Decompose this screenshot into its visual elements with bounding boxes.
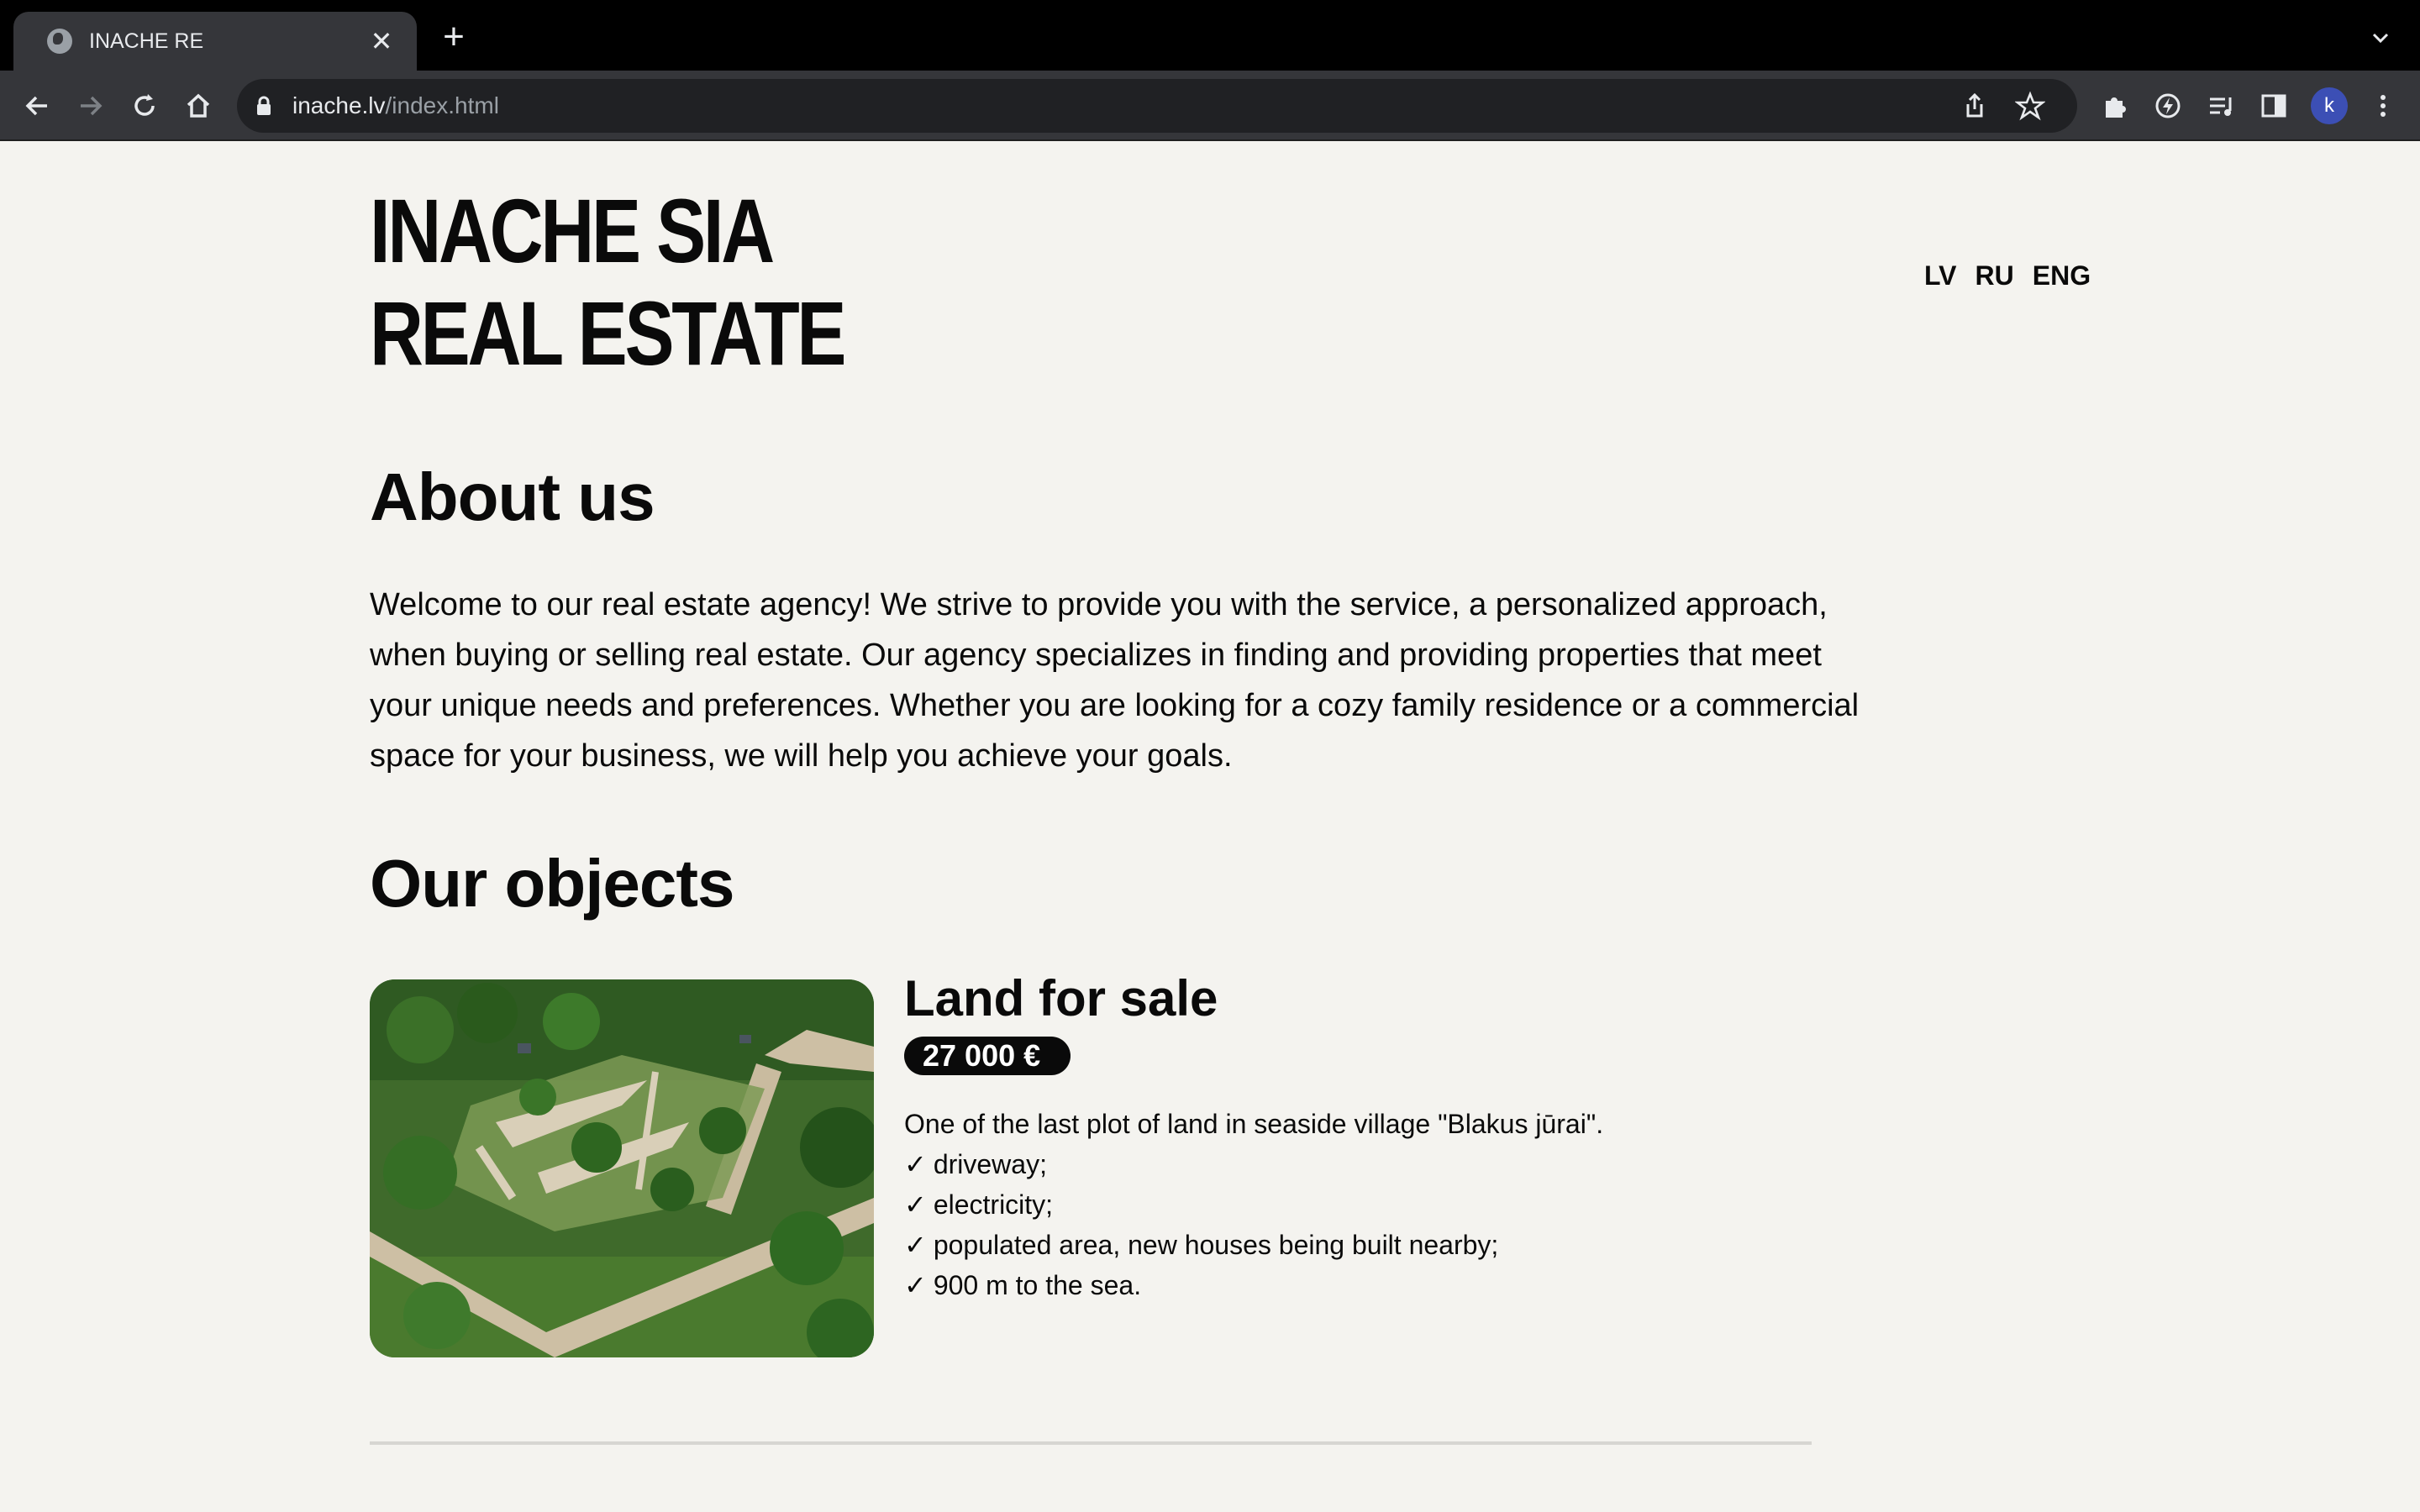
about-heading: About us bbox=[370, 459, 655, 534]
address-bar[interactable]: inache.lv/index.html bbox=[237, 79, 2077, 133]
logo-line-1: INACHE SIA bbox=[370, 180, 775, 281]
globe-icon bbox=[47, 29, 72, 54]
browser-tab[interactable]: INACHE RE ✕ bbox=[13, 12, 417, 71]
back-icon[interactable] bbox=[13, 82, 60, 129]
share-icon[interactable] bbox=[1960, 91, 1990, 125]
forward-icon[interactable] bbox=[67, 82, 114, 129]
extension-bolt-icon[interactable] bbox=[2144, 82, 2191, 129]
feature-item: ✓ 900 m to the sea. bbox=[904, 1270, 1142, 1300]
feature-item: ✓ driveway; bbox=[904, 1149, 1047, 1179]
reload-icon[interactable] bbox=[121, 82, 168, 129]
logo-line-2: REAL ESTATE bbox=[370, 282, 846, 384]
tab-search-icon[interactable] bbox=[2368, 25, 2393, 50]
side-panel-icon[interactable] bbox=[2250, 82, 2297, 129]
lang-ru-link[interactable]: RU bbox=[1975, 260, 2014, 291]
objects-heading: Our objects bbox=[370, 846, 735, 921]
checkmark-icon: ✓ bbox=[904, 1230, 927, 1260]
property-description: One of the last plot of land in seaside … bbox=[904, 1104, 1603, 1305]
property-photo[interactable] bbox=[370, 979, 874, 1357]
new-tab-button[interactable]: + bbox=[435, 18, 472, 55]
language-switcher: LV RU ENG bbox=[1924, 260, 2091, 291]
profile-avatar[interactable]: k bbox=[2311, 87, 2348, 124]
checkmark-icon: ✓ bbox=[904, 1149, 927, 1179]
site-logo[interactable]: INACHE SIA REAL ESTATE bbox=[370, 180, 846, 385]
feature-item: ✓ populated area, new houses being built … bbox=[904, 1230, 1499, 1260]
url-text: inache.lv/index.html bbox=[292, 92, 499, 118]
property-title: Land for sale bbox=[904, 970, 1218, 1026]
price-badge: 27 000 € bbox=[904, 1037, 1071, 1075]
checkmark-icon: ✓ bbox=[904, 1270, 927, 1300]
bookmark-star-icon[interactable] bbox=[2014, 91, 2046, 125]
lang-lv-link[interactable]: LV bbox=[1924, 260, 1957, 291]
checkmark-icon: ✓ bbox=[904, 1189, 927, 1220]
tab-title: INACHE RE bbox=[89, 29, 204, 53]
section-divider bbox=[370, 1441, 1812, 1445]
lang-eng-link[interactable]: ENG bbox=[2033, 260, 2091, 291]
about-text: Welcome to our real estate agency! We st… bbox=[370, 587, 1860, 774]
browser-toolbar: inache.lv/index.html k bbox=[0, 71, 2420, 141]
media-control-icon[interactable] bbox=[2198, 82, 2245, 129]
extensions-icon[interactable] bbox=[2091, 82, 2138, 129]
description-line: One of the last plot of land in seaside … bbox=[904, 1109, 1604, 1139]
menu-kebab-icon[interactable] bbox=[2360, 82, 2407, 129]
lock-icon bbox=[255, 96, 272, 120]
home-icon[interactable] bbox=[175, 82, 222, 129]
browser-tab-bar: INACHE RE ✕ + bbox=[0, 0, 2420, 71]
feature-item: ✓ electricity; bbox=[904, 1189, 1054, 1220]
web-page: INACHE SIA REAL ESTATE LV RU ENG About u… bbox=[0, 143, 2420, 1512]
close-tab-icon[interactable]: ✕ bbox=[365, 25, 398, 57]
